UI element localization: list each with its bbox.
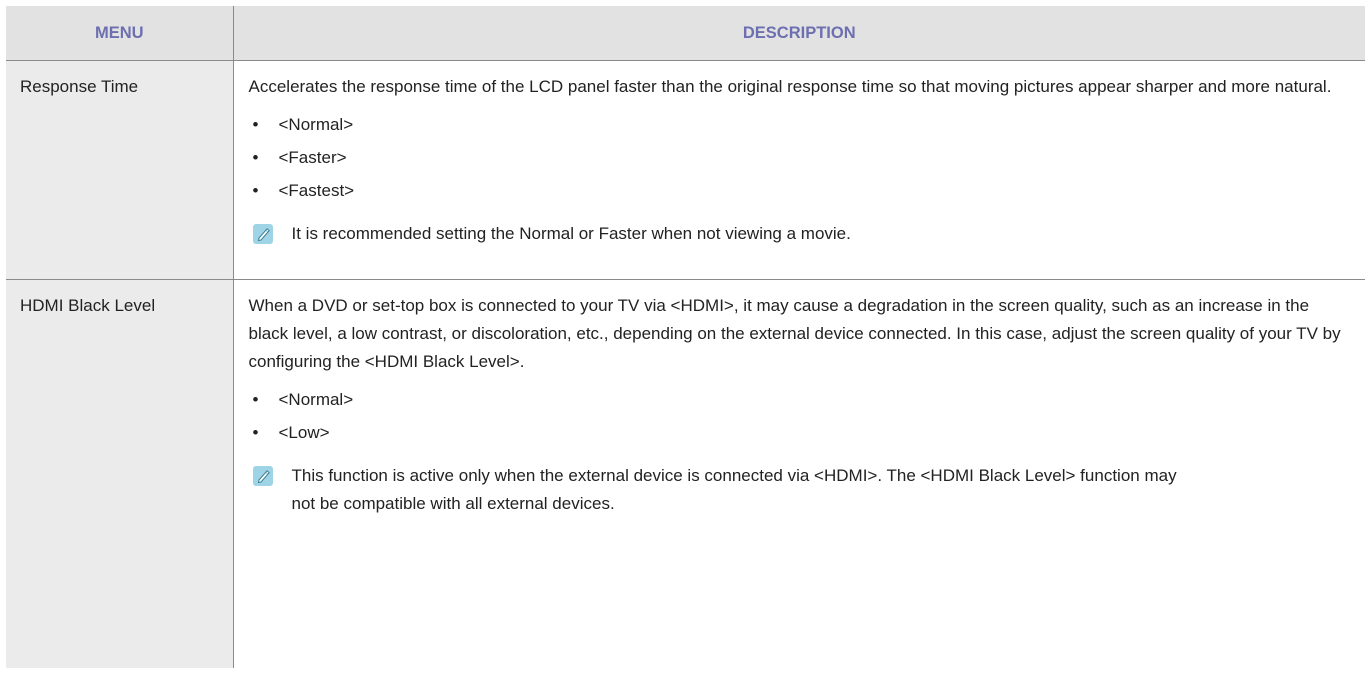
option-label: <Normal>	[278, 115, 354, 134]
note: It is recommended setting the Normal or …	[249, 220, 1352, 248]
description-column-header: DESCRIPTION	[233, 6, 1365, 61]
option-list: • <Normal> • <Faster> • <Fastest>	[249, 111, 1352, 205]
settings-description-table: MENU DESCRIPTION Response Time Accelerat…	[6, 6, 1365, 668]
description-cell-hdmi-black-level: When a DVD or set-top box is connected t…	[233, 280, 1365, 669]
bullet-icon: •	[252, 390, 259, 409]
table-header-row: MENU DESCRIPTION	[6, 6, 1365, 61]
list-item: • <Normal>	[249, 111, 1352, 139]
pencil-note-icon	[252, 224, 273, 244]
description-cell-response-time: Accelerates the response time of the LCD…	[233, 60, 1365, 280]
description-text: Accelerates the response time of the LCD…	[248, 77, 1332, 96]
pencil-note-icon	[252, 466, 273, 486]
bullet-icon: •	[252, 423, 259, 442]
description-text: When a DVD or set-top box is connected t…	[248, 296, 1341, 371]
list-item: • <Fastest>	[249, 177, 1352, 205]
menu-cell-response-time: Response Time	[6, 60, 234, 280]
table-row: HDMI Black Level When a DVD or set-top b…	[6, 279, 1365, 669]
note-text: It is recommended setting the Normal or …	[291, 224, 851, 243]
option-label: <Normal>	[278, 390, 354, 409]
option-label: <Fastest>	[278, 181, 355, 200]
bullet-icon: •	[252, 148, 259, 167]
table-row: Response Time Accelerates the response t…	[6, 60, 1365, 280]
option-label: <Low>	[278, 423, 330, 442]
menu-column-header: MENU	[6, 6, 234, 61]
note: This function is active only when the ex…	[249, 462, 1352, 518]
list-item: • <Faster>	[249, 144, 1352, 172]
option-list: • <Normal> • <Low>	[249, 386, 1352, 447]
menu-cell-hdmi-black-level: HDMI Black Level	[6, 279, 234, 668]
option-label: <Faster>	[278, 148, 347, 167]
list-item: • <Normal>	[249, 386, 1352, 414]
note-text: This function is active only when the ex…	[291, 466, 1177, 513]
bullet-icon: •	[252, 115, 259, 134]
list-item: • <Low>	[249, 419, 1352, 447]
bullet-icon: •	[252, 181, 259, 200]
